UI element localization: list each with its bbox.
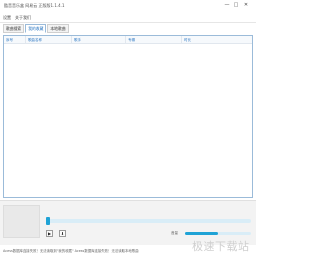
- progress-bar[interactable]: [46, 219, 251, 223]
- play-button[interactable]: ▶: [46, 230, 53, 237]
- status-message: Acess数据库连接失败！无法读取到"我的收藏" Acess数据库连接失败！无法…: [3, 249, 139, 253]
- tab-my-favorites[interactable]: 我的收藏: [25, 24, 47, 33]
- song-table[interactable]: 序号 歌曲名称 歌手 专辑 时长: [3, 35, 253, 198]
- column-divider: [71, 36, 72, 44]
- progress-handle[interactable]: [46, 217, 50, 225]
- volume-fill: [185, 232, 218, 235]
- column-divider: [125, 36, 126, 44]
- column-header-duration[interactable]: 时长: [184, 38, 191, 43]
- tab-local-songs[interactable]: 本地歌曲: [47, 24, 69, 33]
- column-header-index[interactable]: 序号: [6, 38, 13, 43]
- volume-label: 音量: [171, 231, 178, 235]
- volume-slider[interactable]: [185, 232, 251, 235]
- close-button[interactable]: ✕: [243, 2, 249, 8]
- column-header-artist[interactable]: 歌手: [74, 38, 81, 43]
- album-cover: [3, 205, 40, 238]
- minimize-button[interactable]: —: [224, 2, 230, 8]
- menu-item-settings[interactable]: 设置: [3, 15, 11, 21]
- column-header-song[interactable]: 歌曲名称: [28, 38, 42, 43]
- table-header: 序号 歌曲名称 歌手 专辑 时长: [4, 36, 252, 44]
- column-header-album[interactable]: 专辑: [128, 38, 135, 43]
- tab-bar: 歌曲搜索 我的收藏 本地歌曲: [3, 24, 69, 33]
- column-divider: [181, 36, 182, 44]
- title-bar: 酷音音乐盒 网易云 正版版1.1.4.1 — □ ✕: [0, 0, 256, 10]
- maximize-button[interactable]: □: [233, 2, 239, 8]
- menu-item-about[interactable]: 关于我们: [15, 15, 31, 21]
- window-title: 酷音音乐盒 网易云 正版版1.1.4.1: [4, 3, 65, 8]
- menu-bar: 设置 关于我们: [0, 11, 256, 20]
- tab-song-search[interactable]: 歌曲搜索: [3, 24, 25, 33]
- column-divider: [25, 36, 26, 44]
- download-button[interactable]: ⬇: [59, 230, 66, 237]
- watermark-logo: 极速下载站: [192, 237, 254, 253]
- menu-divider: [0, 22, 256, 23]
- watermark-text: 极速下载站: [192, 240, 250, 253]
